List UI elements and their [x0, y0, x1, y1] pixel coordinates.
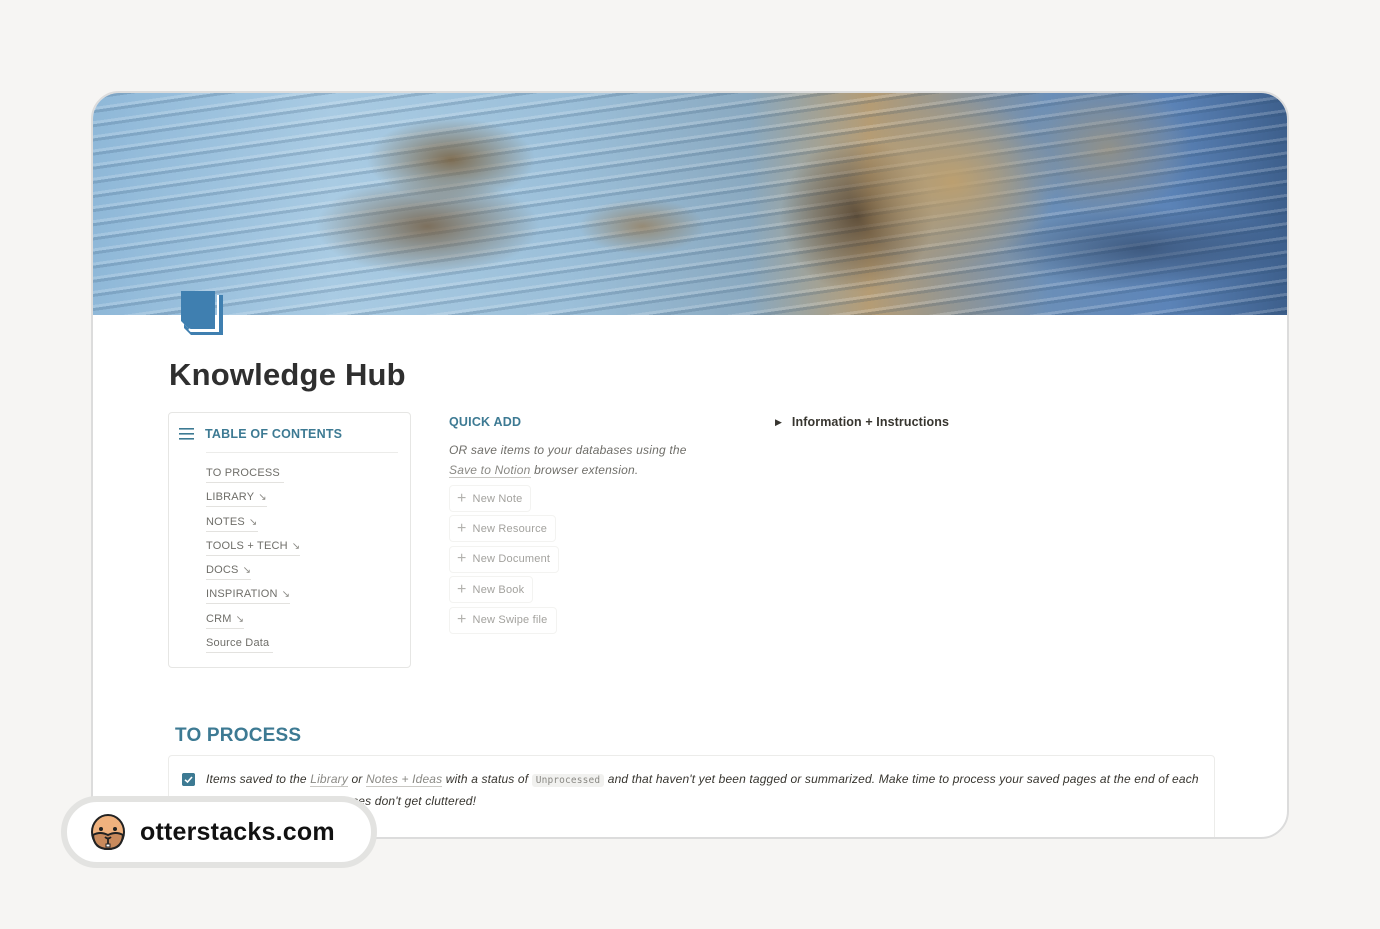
toc-item-label: LIBRARY — [206, 491, 255, 504]
site-badge[interactable]: otterstacks.com — [61, 796, 377, 868]
triangle-right-icon[interactable]: ▶ — [775, 417, 782, 428]
toc-title: TABLE OF CONTENTS — [205, 427, 343, 441]
save-to-notion-link[interactable]: Save to Notion — [449, 462, 531, 478]
toc-item-label: INSPIRATION — [206, 588, 278, 601]
toc-item-label: NOTES — [206, 515, 245, 528]
quick-add-buttons: + New Note + New Resource + New Document + N… — [449, 485, 739, 634]
table-of-contents: TABLE OF CONTENTS TO PROCESS LIBRARY ↘ NO… — [168, 412, 411, 668]
arrow-down-right-icon: ↘ — [235, 613, 245, 625]
button-label: New Resource — [472, 522, 548, 535]
new-book-button[interactable]: + New Book — [449, 576, 534, 604]
quick-add-section: QUICK ADD OR save items to your database… — [449, 415, 739, 637]
toggle-label: Information + Instructions — [791, 415, 950, 429]
notes-ideas-link[interactable]: Notes + Ideas — [365, 772, 443, 787]
toc-item-source-data[interactable]: Source Data — [206, 635, 300, 659]
arrow-down-right-icon: ↘ — [258, 492, 267, 504]
cover-image[interactable] — [93, 93, 1287, 315]
checkbox-checked-icon[interactable] — [182, 773, 195, 786]
notion-page-window: Knowledge Hub TABLE OF CONTENTS TO PROCE… — [91, 91, 1289, 839]
toc-list: TO PROCESS LIBRARY ↘ NOTES ↘ TOOLS + TECH ↘… — [206, 465, 301, 659]
new-swipe-file-button[interactable]: + New Swipe file — [449, 606, 557, 634]
toc-item-tools-tech[interactable]: TOOLS + TECH ↘ — [206, 538, 301, 562]
arrow-down-right-icon: ↘ — [291, 540, 301, 552]
page-title: Knowledge Hub — [169, 357, 406, 392]
status-code: Unprocessed — [531, 774, 605, 787]
text: or — [351, 772, 363, 786]
button-label: New Book — [472, 583, 525, 596]
to-process-heading: TO PROCESS — [175, 725, 302, 746]
toc-item-label: CRM — [206, 612, 232, 625]
toc-item-library[interactable]: LIBRARY ↘ — [206, 489, 300, 513]
toc-item-docs[interactable]: DOCS ↘ — [206, 562, 300, 586]
new-document-button[interactable]: + New Document — [449, 545, 560, 573]
new-resource-button[interactable]: + New Resource — [449, 515, 557, 543]
info-instructions-toggle[interactable]: ▶ Information + Instructions — [775, 415, 949, 429]
toc-item-label: TO PROCESS — [206, 467, 280, 479]
site-url: otterstacks.com — [140, 817, 335, 846]
arrow-down-right-icon: ↘ — [248, 516, 258, 528]
toc-item-label: Source Data — [206, 637, 270, 650]
text: with a status of — [445, 772, 529, 786]
note-text: browser extension. — [534, 462, 639, 477]
button-label: New Note — [472, 492, 523, 505]
plus-icon: + — [457, 519, 467, 537]
toc-header: TABLE OF CONTENTS — [179, 427, 342, 441]
arrow-down-right-icon: ↘ — [281, 589, 291, 601]
toc-item-notes[interactable]: NOTES ↘ — [206, 514, 300, 538]
arrow-down-right-icon: ↘ — [242, 565, 252, 577]
toc-item-inspiration[interactable]: INSPIRATION ↘ — [206, 586, 300, 610]
toc-item-label: DOCS — [206, 564, 239, 577]
book-icon[interactable] — [179, 289, 225, 337]
toc-item-crm[interactable]: CRM ↘ — [206, 611, 300, 635]
quick-add-title: QUICK ADD — [449, 415, 522, 429]
plus-icon: + — [457, 611, 467, 629]
list-icon — [179, 428, 194, 440]
text: Items saved to the — [206, 772, 307, 786]
plus-icon: + — [457, 550, 467, 568]
note-text: OR save items to your databases using th… — [449, 443, 687, 457]
plus-icon: + — [457, 489, 467, 507]
new-note-button[interactable]: + New Note — [449, 485, 532, 512]
toc-item-to-process[interactable]: TO PROCESS — [206, 465, 300, 489]
button-label: New Document — [472, 553, 551, 566]
otter-face-icon — [91, 814, 125, 851]
divider — [206, 452, 398, 453]
plus-icon: + — [457, 580, 467, 598]
toc-item-label: TOOLS + TECH — [206, 539, 288, 552]
library-link[interactable]: Library — [310, 772, 348, 787]
button-label: New Swipe file — [472, 614, 548, 627]
quick-add-note: OR save items to your databases using th… — [449, 441, 739, 480]
